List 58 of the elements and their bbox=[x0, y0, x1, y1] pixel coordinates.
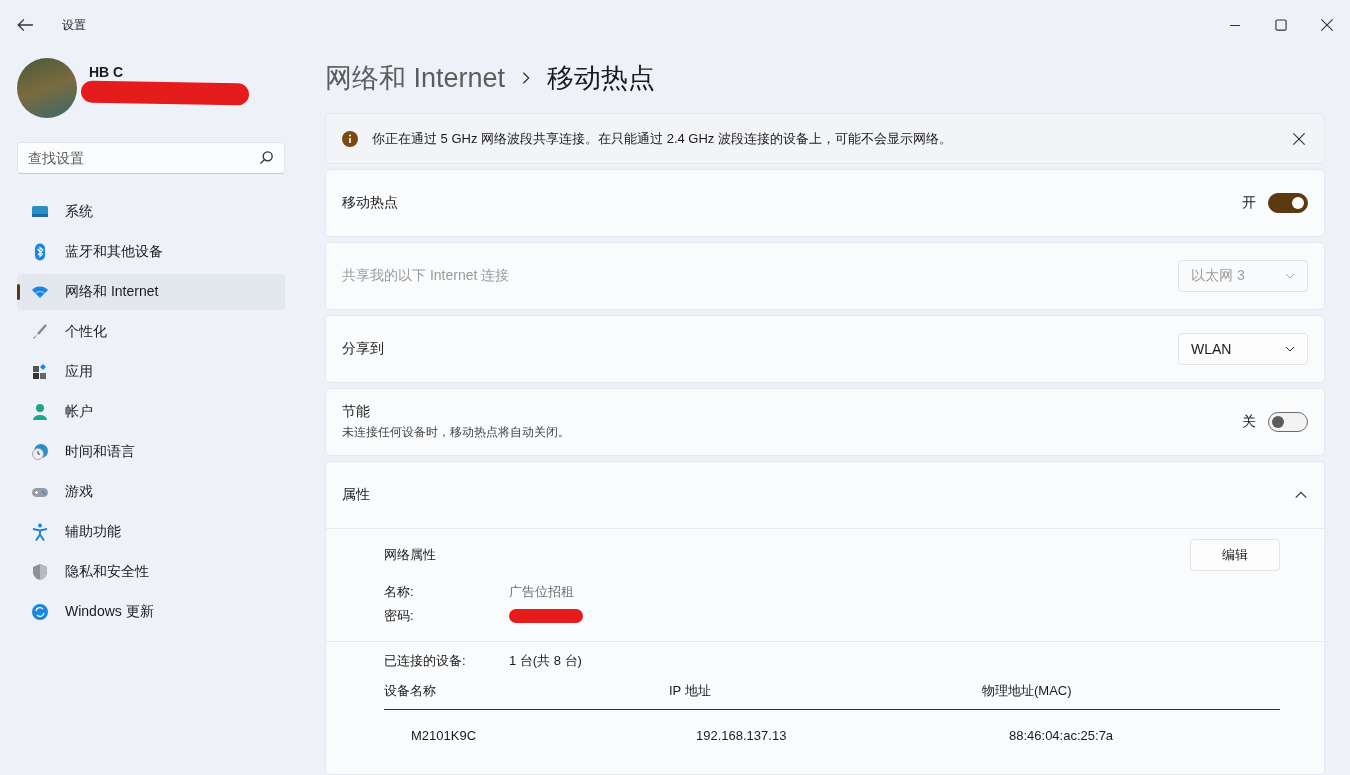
chevron-down-icon bbox=[1285, 344, 1295, 354]
subsection-title: 网络属性 bbox=[384, 546, 436, 564]
table-cell-text: 88:46:04:ac:25:7a bbox=[1008, 727, 1115, 743]
nav-item[interactable]: 系统 bbox=[17, 194, 285, 230]
toggle-switch[interactable] bbox=[1268, 193, 1308, 213]
edit-button[interactable]: 编辑 bbox=[1190, 539, 1280, 571]
maximize-icon bbox=[1272, 16, 1290, 34]
banner-message: 你正在通过 5 GHz 网络波段共享连接。在只能通过 2.4 GHz 波段连接的设备上，可能不会显示网络。 bbox=[372, 129, 953, 148]
table-cell-text: 192.168.137.13 bbox=[695, 727, 788, 743]
nav-item[interactable]: Windows 更新 bbox=[17, 594, 285, 630]
shield-icon bbox=[31, 563, 49, 581]
brush-icon bbox=[31, 323, 49, 341]
close-icon bbox=[1318, 16, 1336, 34]
info-icon bbox=[342, 130, 358, 147]
setting-label: 分享到 bbox=[342, 340, 385, 358]
field-value: 广告位招租 bbox=[509, 583, 575, 601]
nav-item[interactable]: 游戏 bbox=[17, 474, 285, 510]
nav-item[interactable]: 应用 bbox=[17, 354, 285, 390]
dropdown[interactable]: WLAN bbox=[1178, 333, 1308, 365]
back-arrow-icon[interactable] bbox=[16, 16, 34, 34]
nav-item[interactable]: 帐户 bbox=[17, 394, 285, 430]
column-header: IP 地址 bbox=[669, 682, 982, 710]
sync-icon bbox=[31, 603, 49, 621]
column-header: 物理地址(MAC) bbox=[982, 682, 1280, 710]
setting-description: 未连接任何设备时，移动热点将自动关闭。 bbox=[342, 424, 571, 441]
field-value: 1 台(共 8 台) bbox=[509, 652, 583, 670]
field-label: 已连接的设备: bbox=[384, 652, 467, 670]
field-label: 名称: bbox=[384, 583, 415, 601]
toggle-state-label: 关 bbox=[1242, 413, 1256, 431]
setting-label: 共享我的以下 Internet 连接 bbox=[342, 267, 511, 285]
accessibility-icon bbox=[31, 523, 49, 541]
field-label: 密码: bbox=[384, 607, 415, 625]
toggle-state-label: 开 bbox=[1242, 194, 1256, 212]
minimize-icon bbox=[1230, 24, 1240, 26]
nav-item[interactable]: 隐私和安全性 bbox=[17, 554, 285, 590]
search-icon[interactable] bbox=[257, 149, 275, 167]
page-title: 移动热点 bbox=[547, 62, 656, 95]
selection-indicator bbox=[17, 284, 20, 300]
table-cell-text: M2101K9C bbox=[410, 727, 478, 743]
nav-item[interactable]: 个性化 bbox=[17, 314, 285, 350]
nav-item[interactable]: 时间和语言 bbox=[17, 434, 285, 470]
nav-item[interactable]: 蓝牙和其他设备 bbox=[17, 234, 285, 270]
nav-item[interactable]: 辅助功能 bbox=[17, 514, 285, 550]
section-title: 属性 bbox=[342, 486, 370, 504]
nav-item[interactable]: 网络和 Internet bbox=[17, 274, 285, 310]
setting-label: 节能 bbox=[342, 403, 371, 421]
avatar-photo-placeholder bbox=[17, 58, 77, 118]
breadcrumb-link[interactable]: 网络和 Internet bbox=[325, 60, 506, 96]
chevron-down-icon bbox=[1285, 271, 1295, 281]
globe-clock-icon bbox=[31, 443, 49, 461]
column-header: 设备名称 bbox=[384, 682, 669, 710]
toggle-switch[interactable] bbox=[1268, 412, 1308, 432]
user-name: HB C bbox=[89, 64, 125, 80]
window-title: 设置 bbox=[62, 16, 87, 34]
search-field[interactable]: 查找设置 bbox=[17, 142, 285, 174]
apps-icon bbox=[31, 363, 49, 381]
setting-label: 移动热点 bbox=[342, 194, 399, 212]
person-icon bbox=[31, 403, 49, 421]
